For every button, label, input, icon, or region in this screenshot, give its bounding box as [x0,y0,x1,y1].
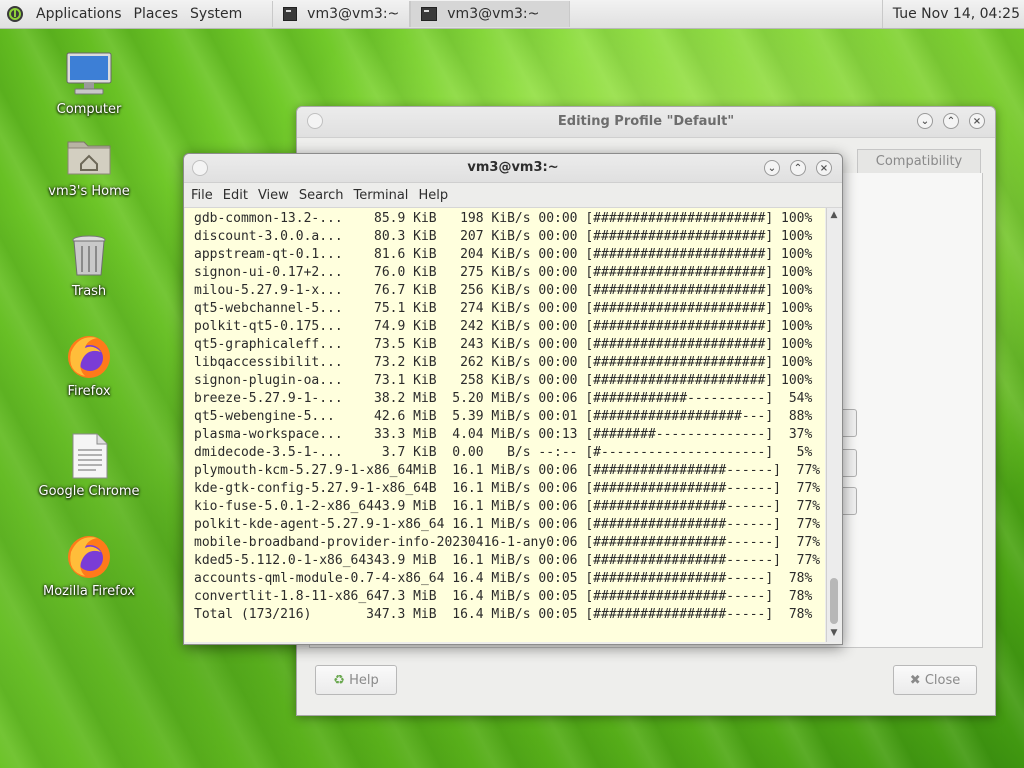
terminal-line: qt5-webengine-5... 42.6 MiB 5.39 MiB/s 0… [194,409,813,424]
menu-search[interactable]: Search [294,188,349,203]
terminal-menubar: File Edit View Search Terminal Help [184,183,842,208]
terminal-line: dmidecode-3.5-1-... 3.7 KiB 0.00 B/s --:… [194,445,813,460]
close-button[interactable]: ✖ Close [893,665,977,695]
help-button[interactable]: ♻ Help [315,665,397,695]
terminal-line: polkit-kde-agent-5.27.9-1-x86_64 16.1 Mi… [194,517,821,532]
menu-applications[interactable]: Applications [30,0,128,28]
terminal-icon [421,7,438,21]
desktop-icon-firefox[interactable]: Firefox [34,332,144,399]
terminal-line: kded5-5.112.0-1-x86_64343.9 MiB 16.1 MiB… [194,553,821,568]
taskbar-item-label: vm3@vm3:~ [447,6,540,22]
desktop-icon-label: Computer [56,102,122,117]
terminal-window: vm3@vm3:~ ⌄ ⌃ × File Edit View Search Te… [183,153,843,645]
terminal-output[interactable]: gdb-common-13.2-... 85.9 KiB 198 KiB/s 0… [185,208,825,642]
terminal-line: plymouth-kcm-5.27.9-1-x86_64MiB 16.1 MiB… [194,463,821,478]
terminal-icon [283,7,298,21]
desktop-icon-label: Firefox [67,384,111,399]
terminal-line: qt5-webchannel-5... 75.1 KiB 274 KiB/s 0… [194,301,813,316]
desktop-icon-mozilla-firefox[interactable]: Mozilla Firefox [34,532,144,599]
scrollbar-thumb[interactable] [830,578,838,624]
menu-help[interactable]: Help [413,188,453,203]
help-icon: ♻ [333,673,345,688]
terminal-line: breeze-5.27.9-1-... 38.2 MiB 5.20 MiB/s … [194,391,813,406]
terminal-line: discount-3.0.0.a... 80.3 KiB 207 KiB/s 0… [194,229,813,244]
desktop-icon-label: Trash [71,284,107,299]
terminal-line: signon-ui-0.17+2... 76.0 KiB 275 KiB/s 0… [194,265,813,280]
home-folder-icon [65,132,113,180]
minimize-icon[interactable]: ⌄ [764,160,780,176]
firefox-icon [65,532,113,580]
close-icon[interactable]: × [969,113,985,129]
minimize-icon[interactable]: ⌄ [917,113,933,129]
tab-compatibility[interactable]: Compatibility [857,149,981,173]
terminal-line: kio-fuse-5.0.1-2-x86_6443.9 MiB 16.1 MiB… [194,499,821,514]
mate-logo-icon[interactable] [6,5,24,23]
desktop-icon-label: Mozilla Firefox [43,584,135,599]
menu-system[interactable]: System [184,0,248,28]
menu-terminal[interactable]: Terminal [348,188,413,203]
document-icon [65,432,113,480]
help-button-label: Help [349,673,379,688]
clock[interactable]: Tue Nov 14, 04:25 [881,0,1020,28]
terminal-title: vm3@vm3:~ [467,160,559,175]
desktop-icon-home[interactable]: vm3's Home [34,132,144,199]
window-menu-icon[interactable] [192,160,208,176]
close-button-label: Close [924,673,961,688]
terminal-line: signon-plugin-oa... 73.1 KiB 258 KiB/s 0… [194,373,813,388]
terminal-line: gdb-common-13.2-... 85.9 KiB 198 KiB/s 0… [194,211,813,226]
terminal-scrollbar[interactable]: ▲ ▼ [826,208,841,642]
terminal-line: mobile-broadband-provider-info-20230416-… [194,535,821,550]
desktop-icon-computer[interactable]: Computer [34,50,144,117]
menu-places[interactable]: Places [128,0,185,28]
trash-icon [65,232,113,280]
menu-edit[interactable]: Edit [218,188,253,203]
menu-file[interactable]: File [186,188,218,203]
maximize-icon[interactable]: ⌃ [943,113,959,129]
terminal-line: polkit-qt5-0.175... 74.9 KiB 242 KiB/s 0… [194,319,813,334]
desktop-icon-google-chrome[interactable]: Google Chrome [34,432,144,499]
close-x-icon: ✖ [909,673,921,688]
taskbar-item-terminal-1[interactable]: vm3@vm3:~ [272,1,411,27]
terminal-line: milou-5.27.9-1-x... 76.7 KiB 256 KiB/s 0… [194,283,813,298]
terminal-line: libqaccessibilit... 73.2 KiB 262 KiB/s 0… [194,355,813,370]
profile-window-title: Editing Profile "Default" [557,114,735,129]
scroll-down-icon[interactable]: ▼ [827,628,841,640]
terminal-line: appstream-qt-0.1... 81.6 KiB 204 KiB/s 0… [194,247,813,262]
firefox-icon [65,332,113,380]
close-icon[interactable]: × [816,160,832,176]
desktop-icon-label: Google Chrome [38,484,140,499]
terminal-line: convertlit-1.8-11-x86_647.3 MiB 16.4 MiB… [194,589,813,604]
desktop-icon-trash[interactable]: Trash [34,232,144,299]
profile-window-titlebar[interactable]: Editing Profile "Default" ⌄ ⌃ × [297,107,995,138]
terminal-line: plasma-workspace... 33.3 MiB 4.04 MiB/s … [194,427,813,442]
terminal-line: Total (173/216) 347.3 MiB 16.4 MiB/s 00:… [194,607,813,622]
terminal-line: kde-gtk-config-5.27.9-1-x86_64B 16.1 MiB… [194,481,821,496]
taskbar-item-label: vm3@vm3:~ [307,6,400,22]
maximize-icon[interactable]: ⌃ [790,160,806,176]
terminal-titlebar[interactable]: vm3@vm3:~ ⌄ ⌃ × [184,154,842,183]
scroll-up-icon[interactable]: ▲ [827,210,841,222]
terminal-line: qt5-graphicaleff... 73.5 KiB 243 KiB/s 0… [194,337,813,352]
taskbar-item-terminal-2[interactable]: vm3@vm3:~ [410,1,571,27]
terminal-line: accounts-qml-module-0.7-4-x86_64 16.4 Mi… [194,571,813,586]
desktop-icon-label: vm3's Home [48,184,130,199]
menu-view[interactable]: View [253,188,294,203]
top-panel: Applications Places System vm3@vm3:~ vm3… [0,0,1024,29]
computer-icon [65,50,113,98]
window-menu-icon[interactable] [307,113,323,129]
terminal-text: gdb-common-13.2-... 85.9 KiB 198 KiB/s 0… [185,208,825,624]
